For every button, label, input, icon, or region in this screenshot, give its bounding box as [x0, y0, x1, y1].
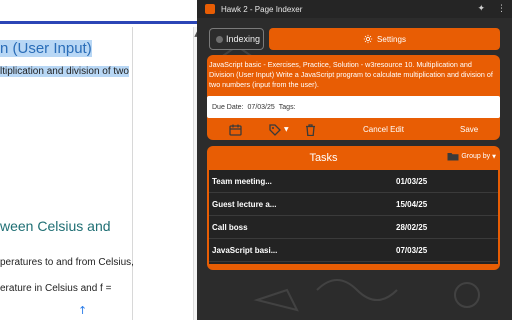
- task-date: 28/02/25: [396, 222, 428, 232]
- window-titlebar: Hawk 2 - Page Indexer ✦ ⋮: [197, 0, 512, 18]
- note-description[interactable]: JavaScript basic - Exercises, Practice, …: [209, 60, 497, 90]
- content-divider: [132, 27, 133, 320]
- gear-icon: [363, 34, 373, 44]
- indexing-label: Indexing: [226, 34, 261, 44]
- task-name: Call boss: [212, 222, 248, 232]
- status-dot-icon: [216, 35, 223, 43]
- note-actions-bar: ▼ Cancel Edit Save: [207, 120, 500, 139]
- calendar-icon: [229, 124, 242, 136]
- task-name: JavaScript basi...: [212, 245, 278, 255]
- tag-dropdown-button[interactable]: ▼: [269, 120, 289, 139]
- save-button[interactable]: Save: [460, 120, 478, 139]
- task-date: 01/03/25: [396, 176, 428, 186]
- article-text-line: erature in Celsius and f =: [0, 283, 112, 294]
- delete-button[interactable]: [305, 120, 316, 139]
- article-heading: n (User Input): [0, 40, 92, 57]
- more-options-icon[interactable]: ⋮: [497, 4, 506, 14]
- settings-button[interactable]: Settings: [269, 28, 500, 50]
- trash-icon: [306, 123, 315, 136]
- cancel-edit-button[interactable]: Cancel Edit: [363, 120, 404, 139]
- task-list: Team meeting... 01/03/25 Guest lecture a…: [209, 170, 498, 264]
- task-row[interactable]: Guest lecture a... 15/04/25: [209, 193, 498, 216]
- task-row[interactable]: JavaScript basi... 07/03/25: [209, 239, 498, 262]
- article-text-line: ltiplication and division of two: [0, 66, 129, 77]
- article-text-line: peratures to and from Celsius,: [0, 257, 134, 268]
- note-meta-field[interactable]: Due Date: 07/03/25 Tags:: [207, 96, 500, 118]
- folder-icon: [447, 153, 459, 161]
- tasks-card: Tasks Group by ▼ Team meeting... 01/03/2…: [207, 146, 500, 270]
- arrow-up-icon[interactable]: ↑: [78, 304, 87, 317]
- background-webpage: ▲ n (User Input) ltiplication and divisi…: [0, 0, 205, 320]
- tag-icon: [269, 123, 281, 136]
- chevron-down-icon: ▼: [492, 153, 496, 160]
- indexing-toggle-button[interactable]: Indexing: [209, 28, 264, 50]
- tags-label: Tags:: [278, 103, 296, 111]
- webpage-header-bar: [0, 0, 205, 24]
- chevron-down-icon: ▼: [284, 126, 289, 133]
- due-date-value: 07/03/25: [247, 103, 275, 111]
- tasks-header: Tasks Group by ▼: [207, 146, 500, 170]
- due-date-label: Due Date:: [212, 103, 244, 111]
- group-by-dropdown[interactable]: Group by ▼: [447, 152, 496, 161]
- window-title: Hawk 2 - Page Indexer: [221, 4, 303, 14]
- task-date: 15/04/25: [396, 199, 428, 209]
- tasks-title: Tasks: [309, 152, 338, 164]
- group-by-label: Group by: [461, 153, 491, 160]
- task-name: Team meeting...: [212, 176, 272, 186]
- extension-panel: Hawk 2 - Page Indexer ✦ ⋮ Indexing Setti…: [197, 0, 512, 320]
- task-date: 07/03/25: [396, 245, 428, 255]
- calendar-button[interactable]: [229, 120, 242, 139]
- task-row[interactable]: Call boss 28/02/25: [209, 216, 498, 239]
- pin-icon[interactable]: ✦: [477, 4, 485, 14]
- task-name: Guest lecture a...: [212, 199, 277, 209]
- settings-label: Settings: [377, 34, 406, 44]
- section-heading: ween Celsius and: [0, 218, 111, 234]
- app-logo-icon: [205, 4, 215, 14]
- task-row[interactable]: Team meeting... 01/03/25: [209, 170, 498, 193]
